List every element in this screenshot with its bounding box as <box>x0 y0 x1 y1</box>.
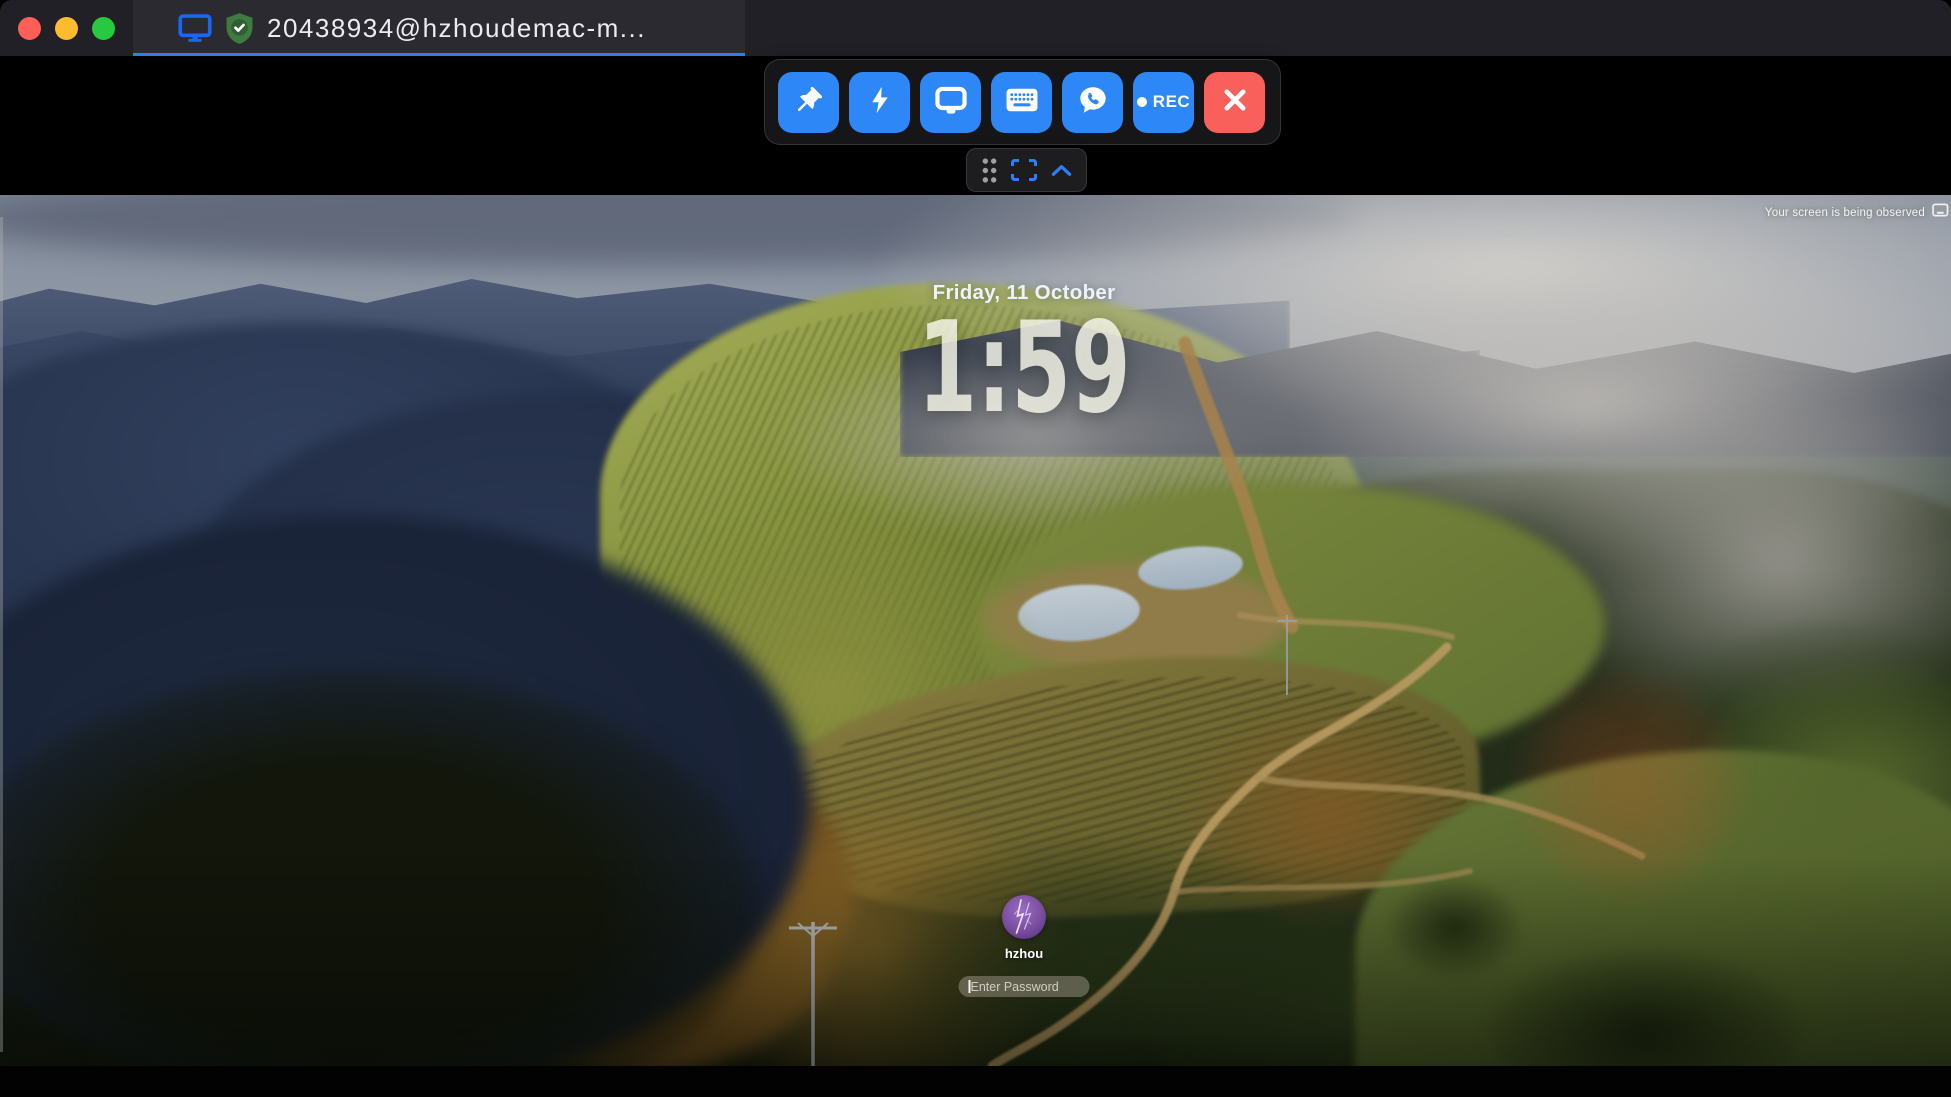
lens-flare <box>1505 660 1755 910</box>
screen-observed-text: Your screen is being observed <box>1765 207 1925 219</box>
record-icon: REC <box>1137 92 1190 112</box>
voice-call-toolbar-button[interactable] <box>1062 72 1123 133</box>
display-toolbar-button[interactable] <box>920 72 981 133</box>
pin-toolbar-button[interactable] <box>778 72 839 133</box>
record-toolbar-button[interactable]: REC <box>1133 72 1194 133</box>
titlebar: 20438934@hzhoudemac-m... <box>0 0 1951 56</box>
keyboard-icon <box>1006 88 1038 117</box>
record-dot-icon <box>1137 97 1147 107</box>
text-caret <box>969 980 971 993</box>
toolbar-dock <box>966 148 1087 192</box>
window-bottom-bar <box>0 1066 1951 1097</box>
session-control-toolbar: REC <box>764 59 1281 145</box>
boost-toolbar-button[interactable] <box>849 72 910 133</box>
remote-screen: Your screen is being observed Friday, 11… <box>0 195 1951 1066</box>
apps-grid-button[interactable] <box>982 158 997 183</box>
pin-icon <box>794 85 824 120</box>
close-session-button[interactable] <box>1204 72 1265 133</box>
remote-desktop-window: 20438934@hzhoudemac-m... <box>0 0 1951 1097</box>
zoom-window-button[interactable] <box>92 17 115 40</box>
tab-title: 20438934@hzhoudemac-m... <box>267 13 646 44</box>
display-icon <box>935 85 967 120</box>
close-icon <box>1221 86 1249 119</box>
secure-shield-icon <box>223 12 256 45</box>
collapse-toolbar-button[interactable] <box>1051 164 1072 177</box>
screen-observed-icon[interactable] <box>1932 203 1949 223</box>
fullscreen-icon <box>1011 159 1037 181</box>
keyboard-toolbar-button[interactable] <box>991 72 1052 133</box>
minimize-window-button[interactable] <box>55 17 78 40</box>
utility-pole <box>789 922 837 1066</box>
chevron-up-icon <box>1051 164 1072 177</box>
lightning-icon <box>865 85 895 120</box>
screen-observed-banner: Your screen is being observed <box>1765 203 1949 223</box>
user-avatar[interactable] <box>1002 895 1046 939</box>
record-label: REC <box>1153 92 1190 112</box>
session-tab[interactable]: 20438934@hzhoudemac-m... <box>133 0 745 56</box>
password-input[interactable] <box>959 976 1090 997</box>
close-window-button[interactable] <box>18 17 41 40</box>
username-label: hzhou <box>1005 946 1043 961</box>
password-field-wrap <box>959 976 1090 997</box>
display-tab-icon <box>178 13 212 43</box>
apps-grid-icon <box>982 158 997 183</box>
phone-chat-icon <box>1078 85 1108 120</box>
fullscreen-button[interactable] <box>1011 159 1037 181</box>
lock-time: 1:59 <box>867 299 1180 438</box>
